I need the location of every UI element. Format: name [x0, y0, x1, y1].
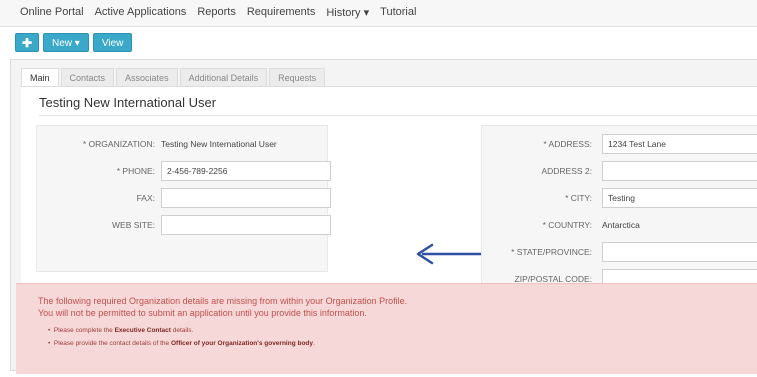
- city-row: * CITY: Testing: [482, 188, 757, 208]
- city-field[interactable]: Testing: [602, 188, 757, 208]
- new-dropdown-button[interactable]: New ▾: [43, 33, 89, 52]
- country-row: * COUNTRY: Antarctica: [482, 215, 757, 235]
- alert-bullet-1: • Please complete the Executive Contact …: [48, 327, 194, 334]
- website-field[interactable]: [161, 215, 331, 235]
- bullet-2-text: Please provide the contact details of th…: [53, 340, 171, 347]
- address2-field[interactable]: [602, 161, 757, 181]
- fax-row: FAX:: [37, 188, 331, 208]
- add-button[interactable]: ✚: [15, 33, 39, 52]
- address2-label: ADDRESS 2:: [541, 166, 592, 176]
- menu-requirements[interactable]: Requirements: [247, 6, 315, 19]
- state-row: * STATE/PROVINCE:: [482, 242, 757, 262]
- state-label: * STATE/PROVINCE:: [511, 247, 592, 257]
- organization-value: Testing New International User: [161, 139, 277, 149]
- organization-row: * ORGANIZATION: Testing New Internationa…: [37, 134, 327, 154]
- fax-label: FAX:: [136, 193, 155, 203]
- address-field[interactable]: 1234 Test Lane: [602, 134, 757, 154]
- country-label: * COUNTRY:: [542, 220, 592, 230]
- country-value: Antarctica: [602, 220, 640, 230]
- view-button[interactable]: View: [92, 33, 133, 52]
- menu-reports[interactable]: Reports: [197, 6, 236, 19]
- menu-active-applications[interactable]: Active Applications: [95, 6, 187, 19]
- organization-details-box: * ORGANIZATION: Testing New Internationa…: [36, 125, 331, 272]
- organization-label: * ORGANIZATION:: [82, 139, 155, 149]
- address-label: * ADDRESS:: [543, 139, 592, 149]
- toolbar: ✚ New ▾ View: [15, 33, 133, 52]
- phone-row: * PHONE: 2-456-789-2256: [37, 161, 331, 181]
- main-menu: Online Portal Active Applications Report…: [20, 6, 416, 19]
- website-label: WEB SITE:: [112, 220, 155, 230]
- alert-line-1: The following required Organization deta…: [38, 296, 408, 306]
- executive-contact-text: Executive Contact: [114, 327, 171, 334]
- page-title: Testing New International User: [39, 95, 217, 110]
- alert-bullet-2: • Please provide the contact details of …: [48, 340, 315, 347]
- bullet-1-end: details.: [170, 327, 194, 334]
- state-field[interactable]: [602, 242, 757, 262]
- menu-online-portal[interactable]: Online Portal: [20, 6, 84, 19]
- arrow-left-icon: [416, 243, 486, 265]
- website-row: WEB SITE:: [37, 215, 331, 235]
- governing-officer-text: Officer of your Organization's governing…: [170, 340, 313, 347]
- phone-label: * PHONE:: [116, 166, 155, 176]
- missing-details-alert: The following required Organization deta…: [16, 283, 757, 374]
- menu-history[interactable]: History ▾: [326, 6, 369, 19]
- top-menu-bar: Online Portal Active Applications Report…: [0, 0, 757, 27]
- phone-field[interactable]: 2-456-789-2256: [161, 161, 331, 181]
- bullet-1-text: Please complete the: [53, 327, 115, 334]
- menu-tutorial[interactable]: Tutorial: [380, 6, 416, 19]
- address-details-box: * ADDRESS: 1234 Test Lane ADDRESS 2: * C…: [481, 125, 757, 305]
- alert-line-2: You will not be permitted to submit an a…: [38, 308, 367, 318]
- fax-field[interactable]: [161, 188, 331, 208]
- address2-row: ADDRESS 2:: [482, 161, 757, 181]
- address-row: * ADDRESS: 1234 Test Lane: [482, 134, 757, 154]
- bullet-2-end: .: [313, 340, 315, 347]
- divider: [39, 115, 757, 116]
- city-label: * CITY:: [565, 193, 592, 203]
